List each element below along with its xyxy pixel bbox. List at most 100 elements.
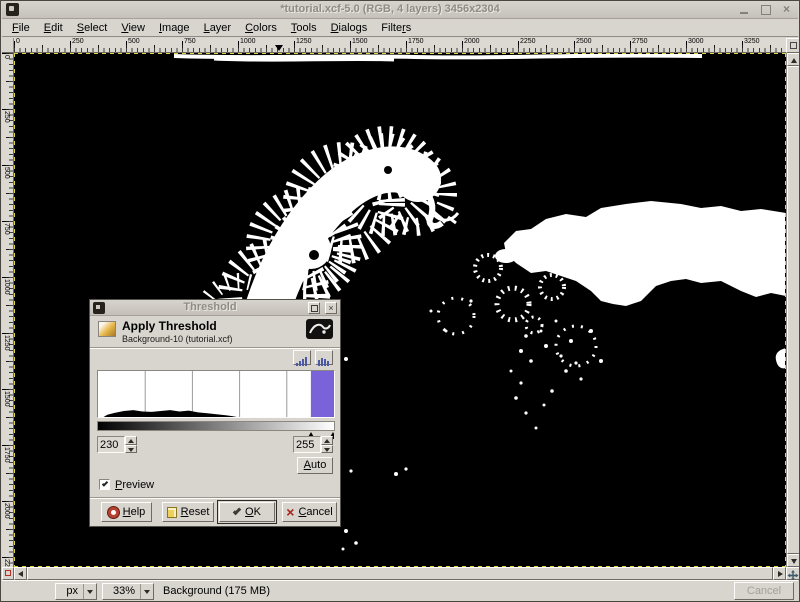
quickmask-toggle[interactable] bbox=[2, 567, 14, 580]
h-ruler-label: 2500 bbox=[576, 38, 592, 45]
maximize-icon[interactable] bbox=[759, 3, 772, 16]
h-ruler-label: 2750 bbox=[632, 38, 648, 45]
unit-select[interactable]: px bbox=[55, 583, 97, 600]
horizontal-scrollbar[interactable] bbox=[27, 567, 773, 580]
cancel-button[interactable]: × Cancel bbox=[282, 502, 337, 522]
spin-down-icon[interactable] bbox=[321, 445, 333, 454]
h-ruler-label: 1750 bbox=[408, 38, 424, 45]
zoom-follows-window-button[interactable] bbox=[786, 38, 800, 53]
check-icon bbox=[102, 480, 108, 486]
histogram-profile bbox=[98, 410, 237, 417]
menu-view[interactable]: View bbox=[114, 21, 152, 35]
v-ruler-label: 2000 bbox=[3, 503, 10, 519]
h-ruler-label: 2250 bbox=[520, 38, 536, 45]
h-ruler-label: 2000 bbox=[464, 38, 480, 45]
dialog-heading: Apply Threshold bbox=[122, 319, 217, 333]
horizontal-ruler[interactable]: 0 250 500 750 1000 1250 1500 1750 2000 2… bbox=[14, 38, 786, 53]
preview-checkbox[interactable] bbox=[99, 479, 110, 490]
dialog-maximize-icon[interactable] bbox=[308, 302, 320, 314]
gimp-icon bbox=[6, 3, 19, 16]
linear-histogram-button[interactable] bbox=[293, 350, 311, 365]
high-threshold-input[interactable] bbox=[293, 436, 321, 453]
ok-check-icon bbox=[233, 506, 241, 514]
h-ruler-label: 3000 bbox=[688, 38, 704, 45]
dialog-close-icon[interactable]: × bbox=[325, 302, 337, 314]
histogram-gridlines bbox=[145, 371, 287, 417]
linear-histogram-icon bbox=[296, 357, 308, 366]
vertical-scrollbar[interactable] bbox=[786, 53, 800, 567]
menu-file[interactable]: File bbox=[5, 21, 37, 35]
threshold-gradient-bar bbox=[97, 421, 335, 431]
horizontal-scroll-thumb[interactable] bbox=[27, 567, 773, 580]
menu-tools[interactable]: Tools bbox=[284, 21, 324, 35]
preview-label: Preview bbox=[115, 479, 154, 491]
low-threshold-input[interactable] bbox=[97, 436, 125, 453]
preview-option: Preview bbox=[99, 478, 154, 491]
v-ruler-label: 500 bbox=[3, 167, 10, 179]
help-icon bbox=[108, 507, 119, 518]
menu-filters[interactable]: Filters bbox=[374, 21, 418, 35]
h-ruler-label: 0 bbox=[16, 38, 20, 45]
menu-layer[interactable]: Layer bbox=[197, 21, 239, 35]
minimize-icon[interactable] bbox=[738, 3, 751, 16]
scroll-right-icon[interactable] bbox=[773, 567, 786, 580]
window-titlebar: *tutorial.xcf-5.0 (RGB, 4 layers) 3456x2… bbox=[2, 1, 798, 19]
threshold-histogram[interactable] bbox=[97, 370, 335, 418]
vertical-ruler[interactable]: 0 250 500 750 1000 1250 1500 1750 2000 2… bbox=[2, 53, 14, 567]
navigation-pan-button[interactable] bbox=[786, 567, 800, 580]
chevron-down-icon bbox=[83, 584, 96, 599]
ruler-position-marker bbox=[275, 45, 283, 51]
spin-up-icon[interactable] bbox=[125, 436, 137, 445]
scroll-up-icon[interactable] bbox=[787, 53, 800, 66]
scroll-down-icon[interactable] bbox=[787, 554, 800, 567]
vertical-scroll-thumb[interactable] bbox=[787, 66, 800, 554]
v-ruler-label: 1500 bbox=[3, 391, 10, 407]
wilber-logo-icon bbox=[306, 319, 333, 339]
window-title: *tutorial.xcf-5.0 (RGB, 4 layers) 3456x2… bbox=[42, 3, 738, 15]
logarithmic-histogram-button[interactable] bbox=[315, 350, 333, 365]
h-ruler-label: 500 bbox=[128, 38, 140, 45]
h-ruler-label: 1500 bbox=[352, 38, 368, 45]
gimp-icon bbox=[93, 302, 105, 314]
separator bbox=[90, 497, 340, 499]
status-bar: px 33% Background (175 MB) Cancel bbox=[2, 580, 798, 601]
auto-button[interactable]: Auto bbox=[297, 457, 333, 474]
log-histogram-icon bbox=[318, 357, 330, 366]
spin-down-icon[interactable] bbox=[125, 445, 137, 454]
reset-icon bbox=[167, 507, 177, 518]
menu-bar: File Edit Select View Image Layer Colors… bbox=[2, 20, 798, 37]
v-ruler-label: 0 bbox=[3, 55, 10, 59]
help-button[interactable]: Help bbox=[101, 502, 152, 522]
h-ruler-label: 1250 bbox=[296, 38, 312, 45]
zoom-select[interactable]: 33% bbox=[102, 583, 154, 600]
threshold-dialog: Threshold × Apply Threshold Background-1… bbox=[89, 299, 341, 527]
h-ruler-label: 750 bbox=[184, 38, 196, 45]
low-threshold-spinbox bbox=[97, 436, 137, 453]
spin-up-icon[interactable] bbox=[321, 436, 333, 445]
window-controls: × bbox=[738, 3, 793, 16]
dialog-title: Threshold bbox=[120, 301, 300, 313]
reset-button[interactable]: Reset bbox=[162, 502, 214, 522]
v-ruler-label: 1250 bbox=[3, 335, 10, 351]
close-icon[interactable]: × bbox=[780, 3, 793, 16]
h-ruler-label: 250 bbox=[72, 38, 84, 45]
scroll-left-icon[interactable] bbox=[14, 567, 27, 580]
v-ruler-label: 1000 bbox=[3, 279, 10, 295]
dialog-titlebar[interactable]: Threshold × bbox=[90, 300, 340, 316]
menu-image[interactable]: Image bbox=[152, 21, 197, 35]
menu-colors[interactable]: Colors bbox=[238, 21, 284, 35]
layer-thumbnail-icon bbox=[98, 321, 116, 337]
status-message: Background (175 MB) bbox=[163, 585, 270, 597]
dialog-target-layer: Background-10 (tutorial.xcf) bbox=[122, 334, 233, 344]
gimp-main-window: *tutorial.xcf-5.0 (RGB, 4 layers) 3456x2… bbox=[0, 0, 800, 602]
ruler-corner bbox=[2, 38, 14, 53]
ok-button[interactable]: OK bbox=[219, 502, 275, 522]
menu-edit[interactable]: Edit bbox=[37, 21, 70, 35]
separator bbox=[90, 347, 340, 349]
menu-dialogs[interactable]: Dialogs bbox=[324, 21, 375, 35]
chevron-down-icon bbox=[140, 584, 153, 599]
menu-select[interactable]: Select bbox=[70, 21, 115, 35]
cancel-x-icon: × bbox=[286, 507, 294, 517]
dialog-body: Apply Threshold Background-10 (tutorial.… bbox=[90, 316, 340, 526]
cursor-position bbox=[6, 584, 50, 599]
